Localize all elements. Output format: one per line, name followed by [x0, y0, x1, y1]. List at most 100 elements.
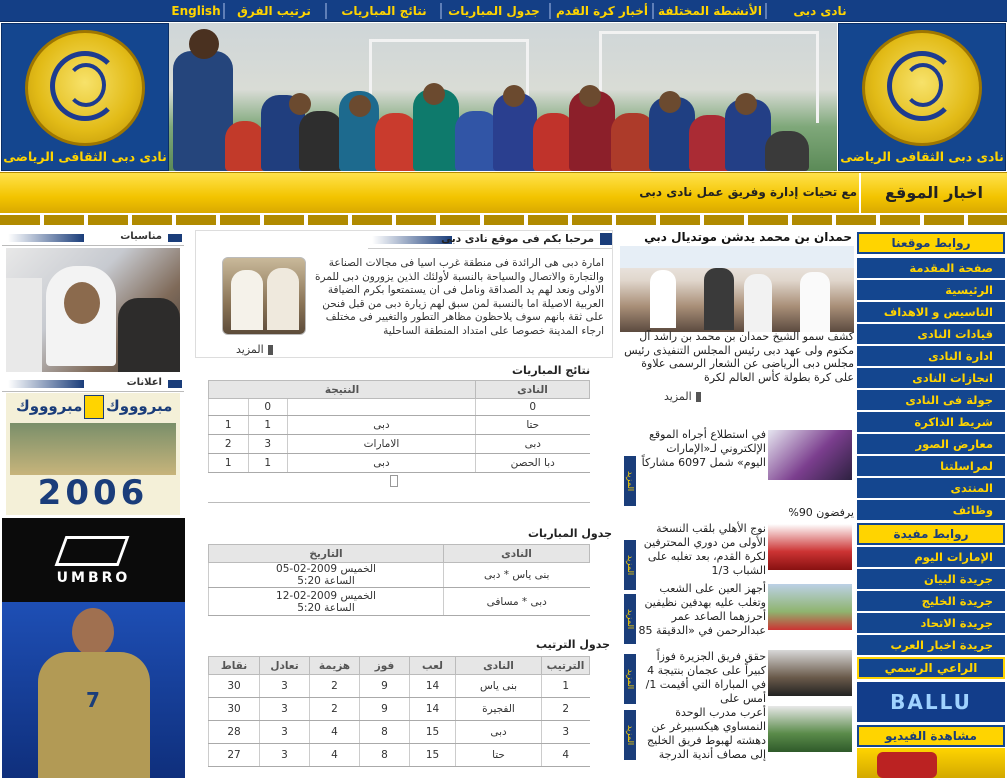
standings-title: جدول الترتيب	[536, 638, 610, 651]
table-cell: 1	[247, 453, 288, 473]
occasions-header: مناسبات	[2, 230, 184, 246]
nav-standings[interactable]: ترتيب الفرق	[226, 0, 322, 22]
news-text: أعرب مدرب الوحدة النمساوي هيكسبيرغر عن د…	[647, 706, 766, 761]
welcome-header: مرحبا بكم فى موقع نادى دبى	[368, 231, 612, 249]
results-header-score: النتيجة	[208, 380, 476, 399]
results-table: النادى النتيجة 00 حتا دبى 1 1 دبى الامارات 3 2…	[208, 380, 590, 493]
nav-dubai-club[interactable]: نادى دبى	[770, 0, 870, 22]
standings-header: نقاط	[208, 656, 260, 675]
nav-football-news[interactable]: أخبار كرة القدم	[552, 0, 652, 22]
standings-header: النادى	[455, 656, 542, 675]
divider	[208, 502, 590, 503]
results-pager-icon[interactable]	[390, 475, 398, 488]
useful-link-emarat-alyoum[interactable]: الإمارات اليوم	[857, 547, 1005, 568]
table-cell: دبا الحصن	[475, 453, 590, 473]
feature-more-link[interactable]: المزيد	[664, 390, 701, 403]
feature-image[interactable]	[620, 246, 854, 332]
sidebar-item-galleries[interactable]: معارض الصور	[857, 434, 1005, 455]
news-text: يرفضون 90%	[788, 506, 854, 519]
welcome-panel: مرحبا بكم فى موقع نادى دبى امارة دبى هى …	[195, 230, 613, 358]
nav-results[interactable]: نتائج المباريات	[330, 0, 438, 22]
standings-header: فوز	[359, 656, 410, 675]
sidebar-item-jobs[interactable]: وظائف	[857, 500, 1005, 521]
table-cell: الخميس 2009-02-12 الساعة 5:20	[208, 587, 444, 616]
sidebar-item-achievements[interactable]: انجازات النادى	[857, 368, 1005, 389]
ads-banner[interactable]: مبروووك مبروووك 2006	[6, 393, 180, 515]
club-logo-right[interactable]: نادى دبى الثقافى الرياضى	[838, 23, 1006, 171]
news-more-tag[interactable]: المزيد	[624, 594, 636, 644]
useful-link-akhbar-alarab[interactable]: جريدة اخبار العرب	[857, 635, 1005, 656]
sponsor-header: الراعي الرسمي	[857, 657, 1005, 679]
ad-year: 2006	[37, 473, 149, 513]
useful-link-alkhaleej[interactable]: جريدة الخليج	[857, 591, 1005, 612]
english-link[interactable]: English	[166, 0, 226, 22]
club-name-right: نادى دبى الثقافى الرياضى	[840, 149, 1004, 164]
list-item[interactable]: المزيد أجهز العين على الشعب وتغلب عليه ب…	[620, 582, 854, 650]
sidebar-item-intro[interactable]: صفحة المقدمة	[857, 258, 1005, 279]
nav-activities[interactable]: الأنشطة المختلفة	[655, 0, 765, 22]
table-cell: 1	[208, 453, 248, 473]
sidebar-item-management[interactable]: ادارة النادى	[857, 346, 1005, 367]
nav-fixtures[interactable]: جدول المباريات	[442, 0, 546, 22]
divider	[0, 215, 1007, 225]
player-ad-image[interactable]: 7	[2, 602, 185, 778]
welcome-more-link[interactable]: المزيد	[236, 343, 273, 356]
team-photo-banner	[169, 23, 837, 171]
sidebar-item-contact[interactable]: لمراسلتنا	[857, 456, 1005, 477]
news-more-tag[interactable]: المزيد	[624, 654, 636, 704]
table-cell: 2	[208, 434, 248, 454]
sidebar-item-leaders[interactable]: قيادات النادى	[857, 324, 1005, 345]
news-more-tag[interactable]: المزيد	[624, 456, 636, 506]
list-item[interactable]: المزيد حقق فريق الجزيرة فوزاً كبيراً على…	[620, 650, 854, 705]
club-emblem-icon	[25, 30, 145, 146]
news-thumbnail	[768, 430, 852, 480]
fixtures-table: النادى التاريخ بنى ياس * دبى الخميس 2009…	[208, 544, 590, 616]
news-text: في استطلاع أجراه الموقع الإلكتروني لـ«ال…	[641, 428, 766, 469]
table-cell: حتا	[475, 415, 590, 435]
news-thumbnail	[768, 706, 852, 752]
useful-link-alittihad[interactable]: جريدة الاتحاد	[857, 613, 1005, 634]
list-item[interactable]: المزيد نوج الأهلي بلقب النسخة الأولى من …	[620, 522, 854, 590]
ad-congrats-text: مبروووك	[16, 397, 83, 415]
welcome-image[interactable]	[222, 257, 306, 335]
news-text: أجهز العين على الشعب وتغلب عليه بهدفين ن…	[638, 582, 766, 637]
club-name-left: نادى دبى الثقافى الرياضى	[3, 149, 167, 164]
video-header[interactable]: مشاهدة الفيديو	[857, 725, 1005, 747]
useful-links-header: روابط مفيدة	[857, 523, 1005, 545]
results-header-club: النادى	[475, 380, 590, 399]
ads-header: اعلانات	[2, 376, 184, 392]
sidebar-item-home[interactable]: الرئيسية	[857, 280, 1005, 301]
sidebar-item-tour[interactable]: جولة فى النادى	[857, 390, 1005, 411]
table-cell: 0	[247, 398, 288, 416]
club-logo-left[interactable]: نادى دبى الثقافى الرياضى	[1, 23, 169, 171]
table-cell: بنى ياس * دبى	[443, 562, 590, 588]
table-cell: دبى * مسافى	[443, 587, 590, 616]
table-cell: الامارات	[286, 434, 476, 454]
video-thumbnail[interactable]	[857, 748, 1005, 778]
welcome-title: مرحبا بكم فى موقع نادى دبى	[441, 233, 594, 245]
table-cell: دبى	[286, 453, 476, 473]
list-item: يرفضون 90%	[620, 506, 854, 522]
table-row: 2 الفجيرة 14 9 2 3 30	[208, 697, 590, 721]
standings-table: الترتيب النادى لعب فوز هزيمة تعادل نقاط …	[208, 656, 590, 767]
fixtures-title: جدول المباريات	[528, 527, 613, 540]
news-thumbnail	[768, 650, 852, 696]
results-title: نتائج المباريات	[512, 364, 591, 377]
sidebar-item-memory[interactable]: شريط الذاكرة	[857, 412, 1005, 433]
table-cell	[286, 398, 476, 416]
news-ticker[interactable]: مع تحيات إدارة وفريق عمل نادى دبى	[639, 185, 857, 199]
umbro-ad[interactable]: UMBRO	[2, 518, 185, 602]
sidebar-item-forum[interactable]: المنتدى	[857, 478, 1005, 499]
sponsor-logo[interactable]: BALLU	[857, 682, 1005, 722]
umbro-text: UMBRO	[56, 570, 131, 586]
list-item[interactable]: المزيد أعرب مدرب الوحدة النمساوي هيكسبير…	[620, 706, 854, 778]
list-item[interactable]: المزيد في استطلاع أجراه الموقع الإلكترون…	[620, 428, 854, 506]
news-more-tag[interactable]: المزيد	[624, 710, 636, 760]
sidebar-item-founding[interactable]: التاسيس و الاهداف	[857, 302, 1005, 323]
occasions-title: مناسبات	[120, 231, 162, 242]
table-cell: 3	[247, 434, 288, 454]
news-thumbnail	[768, 584, 852, 630]
useful-link-albayan[interactable]: جريدة البيان	[857, 569, 1005, 590]
top-navigation: نادى دبى الأنشطة المختلفة أخبار كرة القد…	[0, 0, 1007, 22]
occasions-image[interactable]	[6, 248, 180, 372]
